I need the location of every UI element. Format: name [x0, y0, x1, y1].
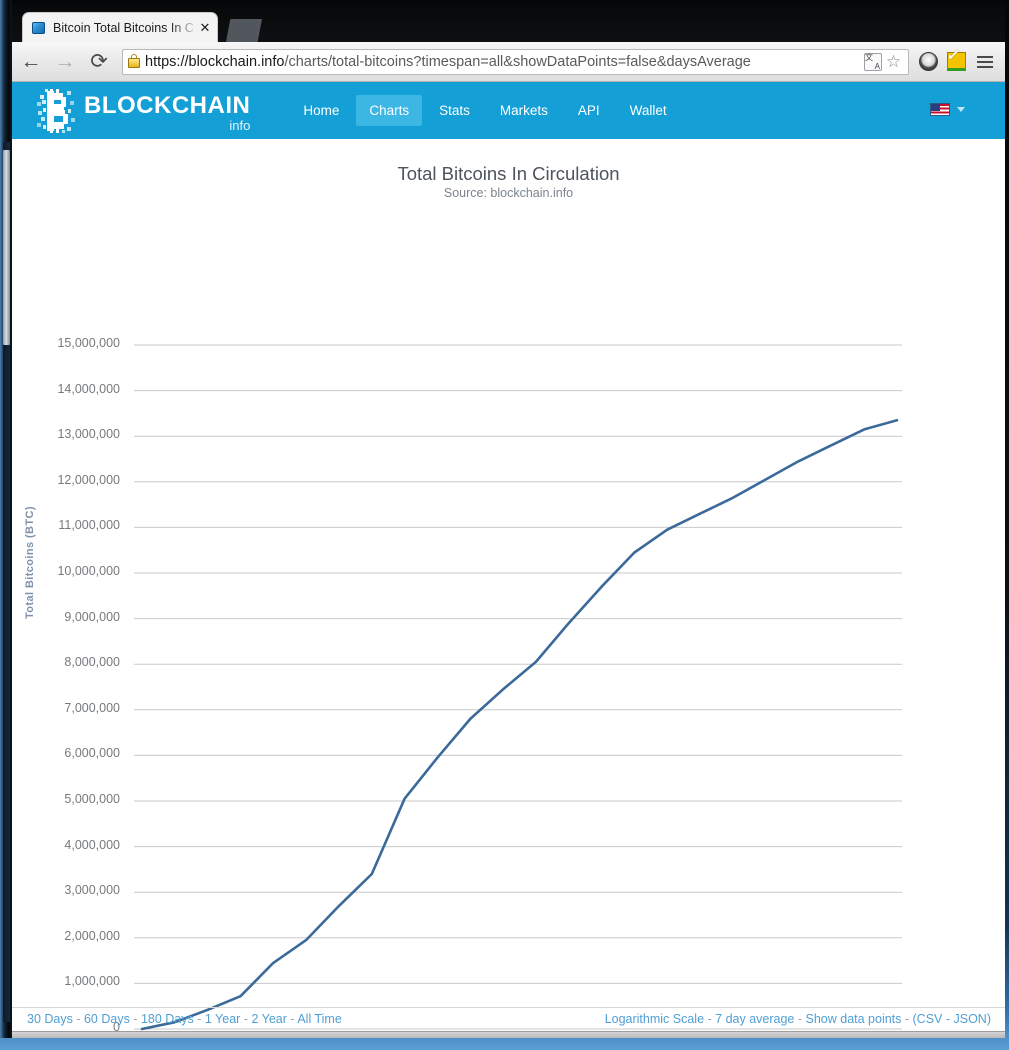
- forward-button[interactable]: →: [50, 47, 80, 77]
- y-axis-tick-label: 11,000,000: [58, 518, 120, 533]
- logo-word: BLOCKCHAIN: [84, 91, 251, 119]
- link-separator: -: [901, 1012, 913, 1026]
- nav-item-stats[interactable]: Stats: [426, 95, 483, 126]
- chart-option-links: Logarithmic Scale - 7 day average - Show…: [605, 1012, 991, 1026]
- y-axis-tick-label: 6,000,000: [64, 746, 120, 761]
- back-button[interactable]: ←: [16, 47, 46, 77]
- footer-link[interactable]: (CSV - JSON): [913, 1012, 991, 1026]
- chart-plot-area[interactable]: 15,000,000 14,000,000 13,000,000 12,000,000…: [12, 139, 1005, 1031]
- monkey-extension-icon[interactable]: [915, 49, 941, 75]
- y-axis-tick-label: 13,000,000: [57, 427, 120, 442]
- logo-subword: info: [229, 117, 251, 133]
- footer-link[interactable]: 60 Days: [84, 1012, 130, 1026]
- link-separator: -: [794, 1012, 806, 1026]
- blockchain-logo[interactable]: BLOCKCHAIN info: [37, 88, 251, 133]
- y-axis-tick-label: 15,000,000: [57, 336, 120, 350]
- y-axis-tick-label: 1,000,000: [64, 974, 120, 989]
- address-bar[interactable]: https://blockchain.info/charts/total-bit…: [122, 48, 909, 75]
- footer-link[interactable]: Show data points: [806, 1012, 902, 1026]
- checkmark-extension-icon[interactable]: [943, 49, 969, 75]
- y-axis-tick-label: 2,000,000: [64, 928, 120, 943]
- new-tab-button[interactable]: [226, 19, 262, 42]
- nav-item-charts[interactable]: Charts: [356, 95, 423, 126]
- translate-icon[interactable]: [864, 52, 882, 71]
- nav-item-api[interactable]: API: [565, 95, 613, 126]
- chart-svg: [134, 344, 902, 1031]
- footer-link[interactable]: 180 Days: [141, 1012, 194, 1026]
- footer-link[interactable]: All Time: [297, 1012, 341, 1026]
- language-selector[interactable]: [930, 103, 965, 116]
- footer-link[interactable]: 1 Year: [205, 1012, 240, 1026]
- y-axis-tick-label: 5,000,000: [64, 792, 120, 806]
- hamburger-menu-icon[interactable]: [971, 48, 999, 76]
- footer-link[interactable]: 30 Days: [27, 1012, 73, 1026]
- nav-item-markets[interactable]: Markets: [487, 95, 561, 126]
- y-axis-tick-label: 12,000,000: [57, 472, 120, 487]
- bitcoin-cube-favicon-icon: [31, 20, 47, 36]
- link-separator: -: [286, 1012, 298, 1026]
- y-axis-tick-label: 7,000,000: [64, 700, 120, 715]
- window-scrollbar-thumb[interactable]: [3, 150, 10, 345]
- browser-tab-strip: Bitcoin Total Bitcoins In C ✕: [12, 4, 1005, 42]
- reload-button[interactable]: ⟳: [84, 47, 114, 77]
- desktop-window-frame: Bitcoin Total Bitcoins In C ✕ ← → ⟳ http…: [0, 0, 1009, 1050]
- y-axis-tick-label: 9,000,000: [64, 609, 120, 624]
- y-axis-tick-label: 8,000,000: [64, 655, 120, 670]
- chart-footer: 30 Days - 60 Days - 180 Days - 1 Year - …: [12, 1007, 1005, 1031]
- link-separator: -: [129, 1012, 141, 1026]
- footer-link[interactable]: Logarithmic Scale: [605, 1012, 704, 1026]
- chrome-browser-window: Bitcoin Total Bitcoins In C ✕ ← → ⟳ http…: [12, 4, 1005, 1038]
- y-axis-tick-label: 4,000,000: [64, 837, 120, 852]
- url-path: /charts/total-bitcoins?timespan=all&show…: [284, 53, 751, 70]
- link-separator: -: [704, 1012, 716, 1026]
- logo-wordmark: BLOCKCHAIN info: [84, 91, 251, 133]
- y-axis-tick-label: 3,000,000: [64, 883, 120, 898]
- footer-link[interactable]: 2 Year: [251, 1012, 286, 1026]
- y-axis-tick-label: 10,000,000: [57, 564, 120, 578]
- timespan-links: 30 Days - 60 Days - 180 Days - 1 Year - …: [27, 1012, 342, 1026]
- url-host: https://blockchain.info: [145, 53, 285, 70]
- footer-link[interactable]: 7 day average: [715, 1012, 794, 1026]
- lock-icon: [127, 54, 141, 69]
- us-flag-icon: [930, 103, 950, 116]
- site-header: BLOCKCHAIN info Home Charts Stats Market…: [12, 82, 1005, 139]
- browser-tab-active[interactable]: Bitcoin Total Bitcoins In C ✕: [22, 12, 218, 42]
- y-axis-tick-label: 14,000,000: [57, 381, 120, 396]
- nav-item-wallet[interactable]: Wallet: [617, 95, 680, 126]
- site-navigation: Home Charts Stats Markets API Wallet: [290, 95, 679, 126]
- chevron-down-icon: [957, 107, 965, 112]
- link-separator: -: [240, 1012, 252, 1026]
- url-text: https://blockchain.info/charts/total-bit…: [145, 54, 862, 70]
- browser-toolbar: ← → ⟳ https://blockchain.info/charts/tot…: [12, 42, 1005, 82]
- browser-tab-title: Bitcoin Total Bitcoins In C: [53, 20, 194, 35]
- star-icon[interactable]: ☆: [884, 52, 903, 71]
- chart-container: Total Bitcoins In Circulation Source: bl…: [12, 139, 1005, 1031]
- link-separator: -: [72, 1012, 84, 1026]
- browser-bottom-edge: [12, 1032, 1005, 1038]
- link-separator: -: [193, 1012, 205, 1026]
- nav-item-home[interactable]: Home: [290, 95, 352, 126]
- blockchain-b-icon: [37, 88, 75, 133]
- close-icon[interactable]: ✕: [199, 21, 211, 34]
- page-viewport: BLOCKCHAIN info Home Charts Stats Market…: [12, 82, 1005, 1032]
